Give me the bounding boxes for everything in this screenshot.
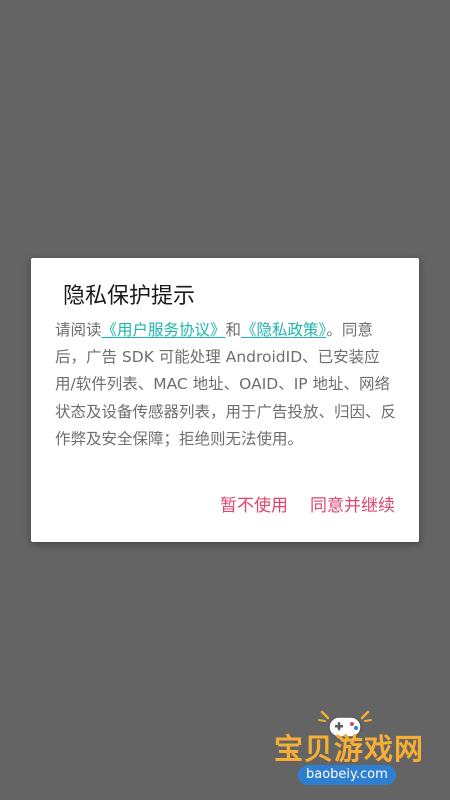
decline-button[interactable]: 暂不使用 <box>220 494 288 518</box>
watermark: 宝贝游戏网 baobeiy.com <box>268 708 438 788</box>
user-agreement-link[interactable]: 《用户服务协议》 <box>102 321 226 339</box>
message-prefix: 请阅读 <box>55 321 102 339</box>
privacy-policy-link[interactable]: 《隐私政策》 <box>241 321 326 339</box>
dialog-message: 请阅读《用户服务协议》和《隐私政策》。同意后，广告 SDK 可能处理 Andro… <box>55 317 400 453</box>
watermark-title: 宝贝游戏网 <box>274 732 425 766</box>
dialog-actions: 暂不使用 同意并继续 <box>220 494 395 518</box>
message-details: 。同意后，广告 SDK 可能处理 AndroidID、已安装应用/软件列表、MA… <box>55 321 397 448</box>
privacy-dialog: 隐私保护提示 请阅读《用户服务协议》和《隐私政策》。同意后，广告 SDK 可能处… <box>31 258 419 542</box>
watermark-url: baobeiy.com <box>298 765 396 785</box>
message-connector: 和 <box>225 321 242 339</box>
dialog-title: 隐私保护提示 <box>63 284 196 309</box>
accept-button[interactable]: 同意并继续 <box>310 494 395 518</box>
